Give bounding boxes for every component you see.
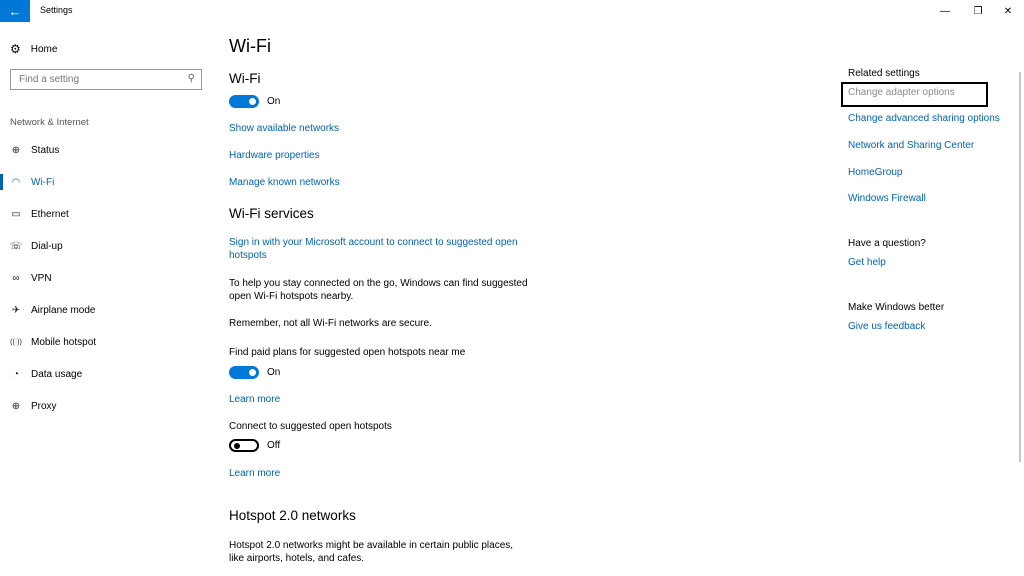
sidebar-item-label: Proxy — [31, 400, 57, 412]
close-icon: ✕ — [1003, 5, 1013, 17]
sidebar-item-label: Wi-Fi — [31, 176, 55, 188]
ethernet-icon: ▭ — [11, 208, 21, 220]
wifi-icon: ◠ — [11, 176, 21, 188]
arrow-left-icon: ← — [8, 3, 22, 19]
hotspot20-text: Hotspot 2.0 networks might be available … — [229, 539, 513, 565]
maximize-icon: ❐ — [973, 5, 983, 17]
search-input[interactable] — [19, 74, 179, 85]
security-notice: Remember, not all Wi-Fi networks are sec… — [229, 318, 432, 329]
maximize-button[interactable]: ❐ — [963, 2, 993, 20]
help-text-line2: open Wi-Fi hotspots nearby. — [229, 291, 354, 302]
sign-in-link-line1: Sign in with your Microsoft account to c… — [229, 237, 518, 248]
data-usage-icon: ◔ — [12, 368, 20, 380]
sidebar-item-wifi[interactable]: ◠ Wi-Fi — [0, 170, 210, 194]
give-feedback-link[interactable]: Give us feedback — [848, 321, 925, 332]
sidebar-item-vpn[interactable]: ∞ VPN — [0, 266, 210, 290]
sidebar-item-airplane-mode[interactable]: ✈ Airplane mode — [0, 298, 210, 322]
back-button[interactable]: ← — [0, 0, 30, 22]
title-bar: ← Settings — ❐ ✕ — [0, 0, 1024, 22]
hotspot20-text-line1: Hotspot 2.0 networks might be available … — [229, 540, 514, 551]
sidebar-item-label: Mobile hotspot — [31, 336, 97, 348]
sidebar-item-label: Data usage — [31, 368, 83, 380]
sidebar-item-dialup[interactable]: ☏ Dial-up — [0, 234, 210, 258]
sidebar-item-ethernet[interactable]: ▭ Ethernet — [0, 202, 210, 226]
change-advanced-sharing-link[interactable]: Change advanced sharing options — [848, 113, 1000, 124]
paid-plans-label: Find paid plans for suggested open hotsp… — [229, 347, 466, 358]
sidebar-item-data-usage[interactable]: ◔ Data usage — [0, 362, 210, 386]
hotspot20-heading: Hotspot 2.0 networks — [229, 508, 356, 523]
window-title: Settings — [40, 5, 73, 15]
connect-hotspots-toggle-state: Off — [267, 440, 281, 451]
search-icon[interactable]: ⚲ — [188, 73, 195, 84]
question-heading: Have a question? — [848, 238, 926, 249]
sidebar-item-label: Dial-up — [31, 240, 63, 252]
vpn-icon: ∞ — [12, 272, 20, 284]
wifi-heading: Wi-Fi — [229, 71, 261, 86]
paid-plans-toggle[interactable] — [229, 366, 259, 379]
connect-hotspots-label: Connect to suggested open hotspots — [229, 421, 392, 432]
sidebar-item-label: Status — [31, 144, 60, 156]
sidebar-item-proxy[interactable]: ⊕ Proxy — [0, 394, 210, 418]
gear-icon: ⚙ — [10, 42, 21, 56]
sidebar-item-status[interactable]: ⊕ Status — [0, 138, 210, 162]
sign-in-microsoft-link[interactable]: Sign in with your Microsoft account to c… — [229, 236, 518, 262]
close-button[interactable]: ✕ — [993, 2, 1023, 20]
home-nav-item[interactable]: ⚙ Home — [10, 40, 57, 58]
wifi-services-heading: Wi-Fi services — [229, 206, 314, 221]
show-available-networks-link[interactable]: Show available networks — [229, 122, 339, 135]
change-adapter-options-link[interactable]: Change adapter options — [848, 87, 955, 98]
hardware-properties-link[interactable]: Hardware properties — [229, 149, 320, 162]
globe-icon: ⊕ — [11, 144, 21, 156]
get-help-link[interactable]: Get help — [848, 257, 886, 268]
learn-more-link[interactable]: Learn more — [229, 393, 280, 406]
network-sharing-center-link[interactable]: Network and Sharing Center — [848, 140, 974, 151]
homegroup-link[interactable]: HomeGroup — [848, 167, 902, 178]
help-text-line1: To help you stay connected on the go, Wi… — [229, 278, 528, 289]
search-box[interactable]: ⚲ — [10, 69, 202, 90]
related-settings-heading: Related settings — [848, 68, 920, 79]
manage-known-networks-link[interactable]: Manage known networks — [229, 176, 340, 189]
sidebar-item-mobile-hotspot[interactable]: ((·)) Mobile hotspot — [0, 330, 210, 354]
scrollbar[interactable] — [1019, 72, 1021, 462]
active-indicator — [0, 174, 3, 190]
proxy-icon: ⊕ — [11, 400, 21, 412]
wifi-toggle[interactable] — [229, 95, 259, 108]
help-text: To help you stay connected on the go, Wi… — [229, 277, 528, 303]
sidebar-item-label: Airplane mode — [31, 304, 96, 316]
sign-in-link-line2: hotspots — [229, 250, 267, 261]
hotspot20-text-line2: like airports, hotels, and cafes. — [229, 553, 365, 564]
paid-plans-toggle-state: On — [267, 367, 281, 378]
connect-hotspots-toggle[interactable] — [229, 439, 259, 452]
sidebar-item-label: VPN — [31, 272, 52, 284]
make-windows-better-heading: Make Windows better — [848, 302, 945, 313]
minimize-button[interactable]: — — [930, 2, 960, 20]
home-label: Home — [30, 43, 58, 55]
sidebar-item-label: Ethernet — [31, 208, 69, 220]
minimize-icon: — — [940, 5, 950, 17]
hotspot-icon: ((·)) — [10, 338, 22, 346]
learn-more-link-2[interactable]: Learn more — [229, 467, 280, 480]
wifi-toggle-state: On — [267, 96, 281, 107]
windows-firewall-link[interactable]: Windows Firewall — [848, 193, 926, 204]
dialup-icon: ☏ — [9, 240, 23, 252]
airplane-icon: ✈ — [11, 304, 21, 316]
section-label: Network & Internet — [10, 117, 89, 128]
page-title: Wi-Fi — [229, 36, 271, 56]
